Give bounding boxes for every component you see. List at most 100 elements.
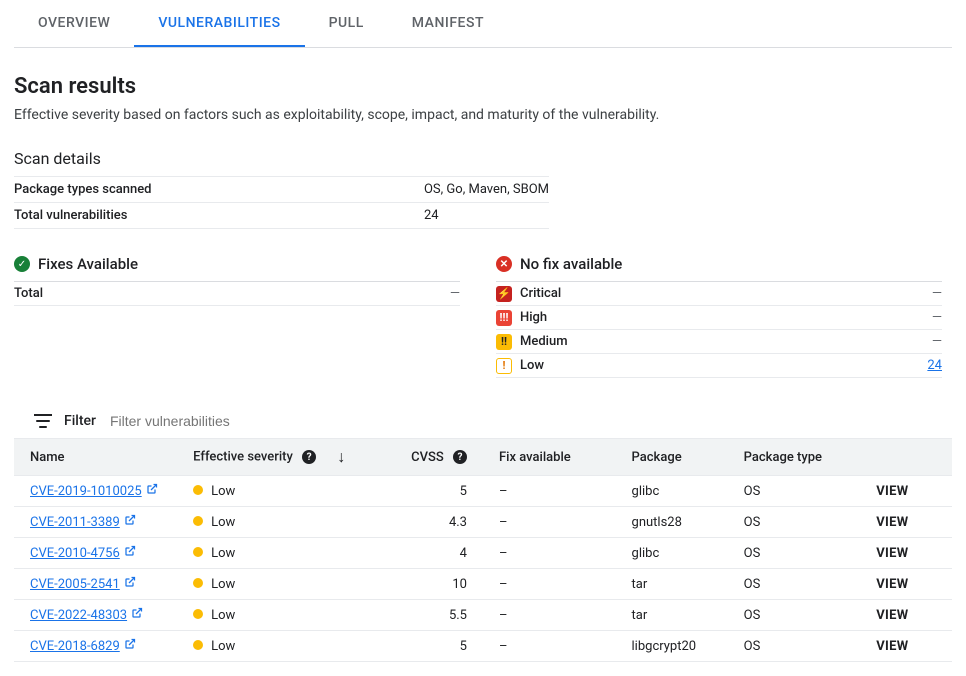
fix-value: –	[483, 538, 616, 569]
no-fix-section: ✕ No fix available ⚡ Critical — !!! High —…	[496, 255, 942, 378]
col-severity-label: Effective severity	[193, 449, 293, 464]
cvss-value: 4	[381, 538, 483, 569]
detail-label: Total vulnerabilities	[14, 208, 424, 223]
cve-link[interactable]: CVE-2019-1010025	[30, 483, 158, 499]
package-type-value: OS	[728, 507, 861, 538]
package-value: gnutls28	[616, 507, 728, 538]
tab-manifest[interactable]: Manifest	[388, 0, 508, 47]
tab-pull[interactable]: Pull	[305, 0, 388, 47]
cve-link[interactable]: CVE-2011-3389	[30, 514, 136, 530]
view-button[interactable]: VIEW	[876, 577, 908, 592]
high-severity-icon: !!!	[496, 310, 512, 326]
help-icon[interactable]: ?	[302, 450, 316, 464]
col-cvss-label: CVSS	[411, 450, 444, 465]
view-button[interactable]: VIEW	[876, 484, 908, 499]
severity-text: Low	[211, 515, 235, 530]
col-severity[interactable]: Effective severity ? ↓	[177, 439, 381, 476]
cve-link[interactable]: CVE-2022-48303	[30, 607, 143, 623]
table-row: CVE-2010-4756 Low4–glibcOSVIEW	[14, 538, 952, 569]
external-link-icon	[131, 607, 143, 623]
scan-details-heading: Scan details	[14, 149, 952, 168]
tabs: Overview Vulnerabilities Pull Manifest	[14, 0, 952, 48]
table-row: CVE-2011-3389 Low 4.3–gnutls28OS VIEW	[14, 507, 952, 538]
fix-value: –	[483, 476, 616, 507]
severity-label: High	[520, 310, 547, 325]
help-icon[interactable]: ?	[453, 450, 467, 464]
severity-dot-icon	[193, 609, 203, 619]
col-ptype[interactable]: Package type	[728, 439, 861, 476]
cve-link[interactable]: CVE-2018-6829	[30, 638, 136, 654]
cvss-value: 5.5	[381, 600, 483, 631]
external-link-icon	[124, 638, 136, 654]
col-cvss[interactable]: CVSS ?	[381, 439, 483, 476]
sort-desc-icon[interactable]: ↓	[337, 447, 345, 466]
severity-text: Low	[211, 608, 235, 623]
package-type-value: OS	[728, 569, 861, 600]
package-value: glibc	[616, 476, 728, 507]
critical-severity-icon: ⚡	[496, 286, 512, 302]
table-row: CVE-2005-2541 Low10–tarOSVIEW	[14, 569, 952, 600]
fix-value: –	[483, 600, 616, 631]
detail-row-package-types: Package types scanned OS, Go, Maven, SBO…	[14, 177, 549, 203]
severity-text: Low	[211, 484, 235, 499]
table-row: CVE-2019-1010025 Low5–glibcOSVIEW	[14, 476, 952, 507]
low-severity-icon: !	[496, 358, 512, 374]
severity-text: Low	[211, 546, 235, 561]
col-fix[interactable]: Fix available	[483, 439, 616, 476]
fixes-available-title: Fixes Available	[38, 255, 138, 273]
package-value: tar	[616, 600, 728, 631]
col-package[interactable]: Package	[616, 439, 728, 476]
package-type-value: OS	[728, 600, 861, 631]
detail-row-total: Total vulnerabilities 24	[14, 203, 549, 229]
severity-text: Low	[211, 639, 235, 654]
cve-link[interactable]: CVE-2005-2541	[30, 576, 136, 592]
no-fix-row-high: !!! High —	[496, 306, 942, 330]
severity-dot-icon	[193, 516, 203, 526]
vulnerabilities-table: Name Effective severity ? ↓ CVSS ? Fix a…	[14, 438, 952, 662]
severity-dot-icon	[193, 547, 203, 557]
filter-icon	[34, 414, 52, 428]
external-link-icon	[146, 483, 158, 499]
view-button[interactable]: VIEW	[876, 608, 908, 623]
severity-label: Low	[520, 358, 544, 373]
table-row: CVE-2022-48303 Low 5.5–tarOS VIEW	[14, 600, 952, 631]
view-button[interactable]: VIEW	[876, 515, 908, 530]
fix-value: –	[483, 631, 616, 662]
col-name[interactable]: Name	[14, 439, 177, 476]
package-value: glibc	[616, 538, 728, 569]
x-circle-icon: ✕	[496, 256, 512, 272]
external-link-icon	[124, 545, 136, 561]
cve-link[interactable]: CVE-2010-4756	[30, 545, 136, 561]
no-fix-title: No fix available	[520, 255, 622, 273]
external-link-icon	[124, 514, 136, 530]
low-count-link[interactable]: 24	[927, 358, 942, 373]
filter-label: Filter	[64, 413, 96, 429]
fixes-available-section: ✓ Fixes Available Total —	[14, 255, 460, 378]
cvss-value: 5	[381, 631, 483, 662]
severity-count: —	[932, 310, 942, 325]
view-button[interactable]: VIEW	[876, 639, 908, 654]
fixes-total-label: Total	[14, 286, 43, 301]
package-type-value: OS	[728, 631, 861, 662]
filter-input[interactable]	[108, 412, 932, 430]
severity-label: Critical	[520, 286, 561, 301]
medium-severity-icon: !!	[496, 334, 512, 350]
no-fix-row-critical: ⚡ Critical —	[496, 282, 942, 306]
detail-value: OS, Go, Maven, SBOM	[424, 182, 549, 197]
detail-label: Package types scanned	[14, 182, 424, 197]
col-actions	[860, 439, 952, 476]
no-fix-row-medium: !!Medium —	[496, 330, 942, 354]
severity-count: —	[932, 286, 942, 301]
page-title: Scan results	[14, 74, 952, 99]
fix-value: –	[483, 569, 616, 600]
tab-vulnerabilities[interactable]: Vulnerabilities	[134, 0, 304, 47]
tab-overview[interactable]: Overview	[14, 0, 134, 47]
cvss-value: 4.3	[381, 507, 483, 538]
check-circle-icon: ✓	[14, 256, 30, 272]
scan-details-table: Package types scanned OS, Go, Maven, SBO…	[14, 176, 549, 229]
severity-label: Medium	[520, 334, 568, 349]
package-value: libgcrypt20	[616, 631, 728, 662]
view-button[interactable]: VIEW	[876, 546, 908, 561]
detail-value: 24	[424, 208, 439, 223]
fix-value: –	[483, 507, 616, 538]
